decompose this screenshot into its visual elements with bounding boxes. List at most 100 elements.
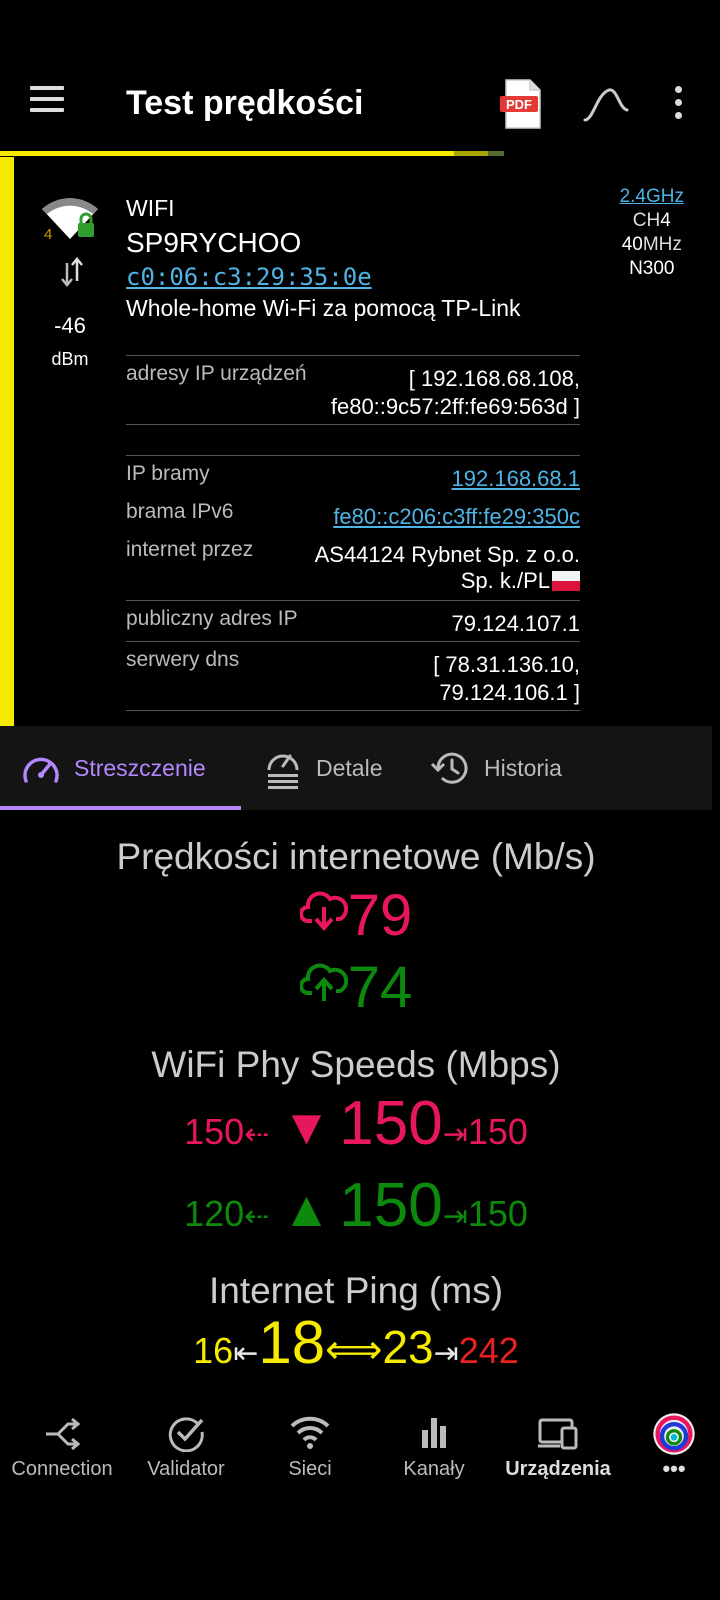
device-ip-row: adresy IP urządzeń [ 192.168.68.108, fe8…	[126, 356, 580, 422]
ping-min: 16	[193, 1330, 234, 1371]
bssid-link[interactable]: c0:06:c3:29:35:0e	[126, 263, 372, 291]
more-dots-icon: •••	[662, 1456, 686, 1481]
triangle-down-icon: ▼	[281, 1099, 332, 1155]
pdf-icon[interactable]: PDF	[500, 78, 546, 130]
gateway-link[interactable]: 192.168.68.1	[452, 466, 580, 492]
wifi-generation: 4	[44, 226, 52, 243]
arrow-left-bar-icon: ⇠	[244, 1118, 270, 1151]
gateway6-row: brama IPv6 fe80::c206:c3ff:fe29:350c	[126, 494, 580, 532]
ping-max: 242	[458, 1330, 519, 1371]
network-details: adresy IP urządzeń [ 192.168.68.108, fe8…	[126, 355, 580, 711]
cloud-upload-icon	[298, 963, 348, 1001]
internet-speeds-heading: Prędkości internetowe (Mb/s)	[116, 836, 596, 877]
dns-value-1: [ 78.31.136.10,	[433, 652, 580, 677]
connection-type: WIFI	[126, 195, 175, 221]
phy-speeds-heading: WiFi Phy Speeds (Mbps)	[151, 1044, 561, 1085]
connection-icon	[46, 1417, 81, 1451]
download-speed-value: 79	[347, 883, 413, 948]
ping-current: 18	[258, 1309, 326, 1376]
app-bar: Test prędkości PDF	[0, 0, 720, 152]
public-ip-row: publiczny adres IP 79.124.107.1	[126, 601, 580, 639]
dns-row: serwery dns [ 78.31.136.10, 79.124.106.1…	[126, 642, 580, 708]
nav-devices[interactable]: Urządzenia	[496, 1412, 620, 1481]
history-icon	[430, 752, 468, 784]
arrow-left-bar-icon: ⇠	[244, 1200, 270, 1233]
wifi-signal-icon: 4	[40, 193, 102, 243]
arrow-right-bar-icon: ⇥	[442, 1118, 468, 1151]
nav-validator-label: Validator	[147, 1458, 225, 1480]
tab-history[interactable]: Historia	[430, 726, 562, 810]
signal-dbm-unit: dBm	[51, 349, 89, 369]
more-vert-icon[interactable]	[672, 86, 684, 122]
phy-up-min: 120	[184, 1193, 245, 1234]
phy-up-current: 150	[339, 1171, 443, 1240]
app-logo-icon	[653, 1413, 695, 1455]
phy-up-line: 120⇠ ▲ 150⇥150	[0, 1170, 712, 1241]
wifi-icon	[290, 1416, 330, 1449]
nav-validator[interactable]: Validator	[124, 1412, 248, 1481]
gauge-list-icon	[267, 754, 299, 789]
ssid: SP9RYCHOO	[126, 227, 302, 258]
channel: CH4	[632, 210, 671, 231]
isp-value-2: Sp. k./PL	[460, 568, 550, 593]
device-ip-value-1: [ 192.168.68.108,	[408, 366, 580, 391]
nav-connection[interactable]: Connection	[0, 1412, 124, 1481]
wifi-standard: N300	[629, 258, 675, 279]
network-info-card[interactable]: 4 -46 dBm 2.4GHz CH4 40MHz N300 WIFI SP9…	[0, 157, 712, 726]
dns-value-2: 79.124.106.1 ]	[439, 680, 580, 705]
bar-chart-icon	[422, 1418, 446, 1448]
isp-label: internet przez	[126, 538, 254, 561]
phy-up-max: 150	[467, 1193, 528, 1234]
tab-details-label: Detale	[316, 754, 383, 781]
nav-connection-label: Connection	[11, 1458, 113, 1480]
nav-channels-label: Kanały	[403, 1458, 465, 1480]
gateway-label: IP bramy	[126, 462, 210, 485]
gateway6-link[interactable]: fe80::c206:c3ff:fe29:350c	[333, 504, 580, 530]
vendor-name: Whole-home Wi-Fi za pomocą TP-Link	[126, 295, 521, 321]
wave-icon[interactable]	[583, 84, 629, 124]
arrow-left-bar-icon: ⇤	[233, 1337, 259, 1370]
check-circle-icon	[168, 1417, 204, 1452]
tab-details[interactable]: Detale	[264, 726, 382, 810]
nav-channels[interactable]: Kanały	[372, 1412, 496, 1481]
pdf-label: PDF	[506, 97, 532, 112]
speedometer-icon	[23, 757, 59, 783]
tab-summary[interactable]: Streszczenie	[22, 726, 206, 810]
signal-dbm-value: -46	[54, 313, 86, 338]
phy-down-line: 150⇠ ▼ 150⇥150	[0, 1088, 712, 1159]
arrow-right-bar-icon: ⇥	[442, 1200, 468, 1233]
isp-value-1: AS44124 Rybnet Sp. z o.o.	[314, 542, 580, 567]
transfer-arrows-icon	[58, 255, 86, 289]
double-arrow-icon: ⟺	[325, 1328, 383, 1372]
nav-networks[interactable]: Sieci	[248, 1412, 372, 1481]
arrow-right-bar-icon: ⇥	[433, 1337, 459, 1370]
tab-indicator	[0, 806, 241, 810]
ping-line: 16⇤18⟺23⇥242	[0, 1308, 712, 1377]
phy-down-min: 150	[184, 1111, 245, 1152]
device-ip-value-2: fe80::9c57:2ff:fe69:563d ]	[330, 394, 580, 419]
nav-more[interactable]: •••	[612, 1412, 720, 1482]
gateway-row: IP bramy 192.168.68.1	[126, 456, 580, 494]
poland-flag-icon	[552, 571, 580, 591]
triangle-up-icon: ▲	[281, 1181, 332, 1237]
menu-icon[interactable]	[30, 86, 66, 122]
phy-down-current: 150	[339, 1089, 443, 1158]
upload-speed-line: 74	[0, 954, 712, 1021]
public-ip-label: publiczny adres IP	[126, 607, 298, 630]
page-title: Test prędkości	[126, 84, 364, 122]
band-info: 2.4GHz CH4 40MHz N300	[620, 185, 684, 281]
tab-bar: Streszczenie Detale Historia	[0, 726, 712, 810]
upload-speed-value: 74	[347, 955, 413, 1020]
dns-label: serwery dns	[126, 648, 240, 671]
tab-summary-label: Streszczenie	[74, 754, 206, 781]
tab-history-label: Historia	[484, 754, 562, 781]
band-link[interactable]: 2.4GHz	[620, 186, 684, 207]
signal-strength-bar	[0, 157, 14, 726]
phy-down-max: 150	[467, 1111, 528, 1152]
channel-width: 40MHz	[621, 234, 682, 255]
ping-heading: Internet Ping (ms)	[208, 1270, 504, 1311]
device-ip-label: adresy IP urządzeń	[126, 362, 307, 385]
cloud-download-icon	[298, 891, 348, 932]
nav-devices-label: Urządzenia	[505, 1458, 611, 1480]
devices-icon	[538, 1418, 578, 1450]
